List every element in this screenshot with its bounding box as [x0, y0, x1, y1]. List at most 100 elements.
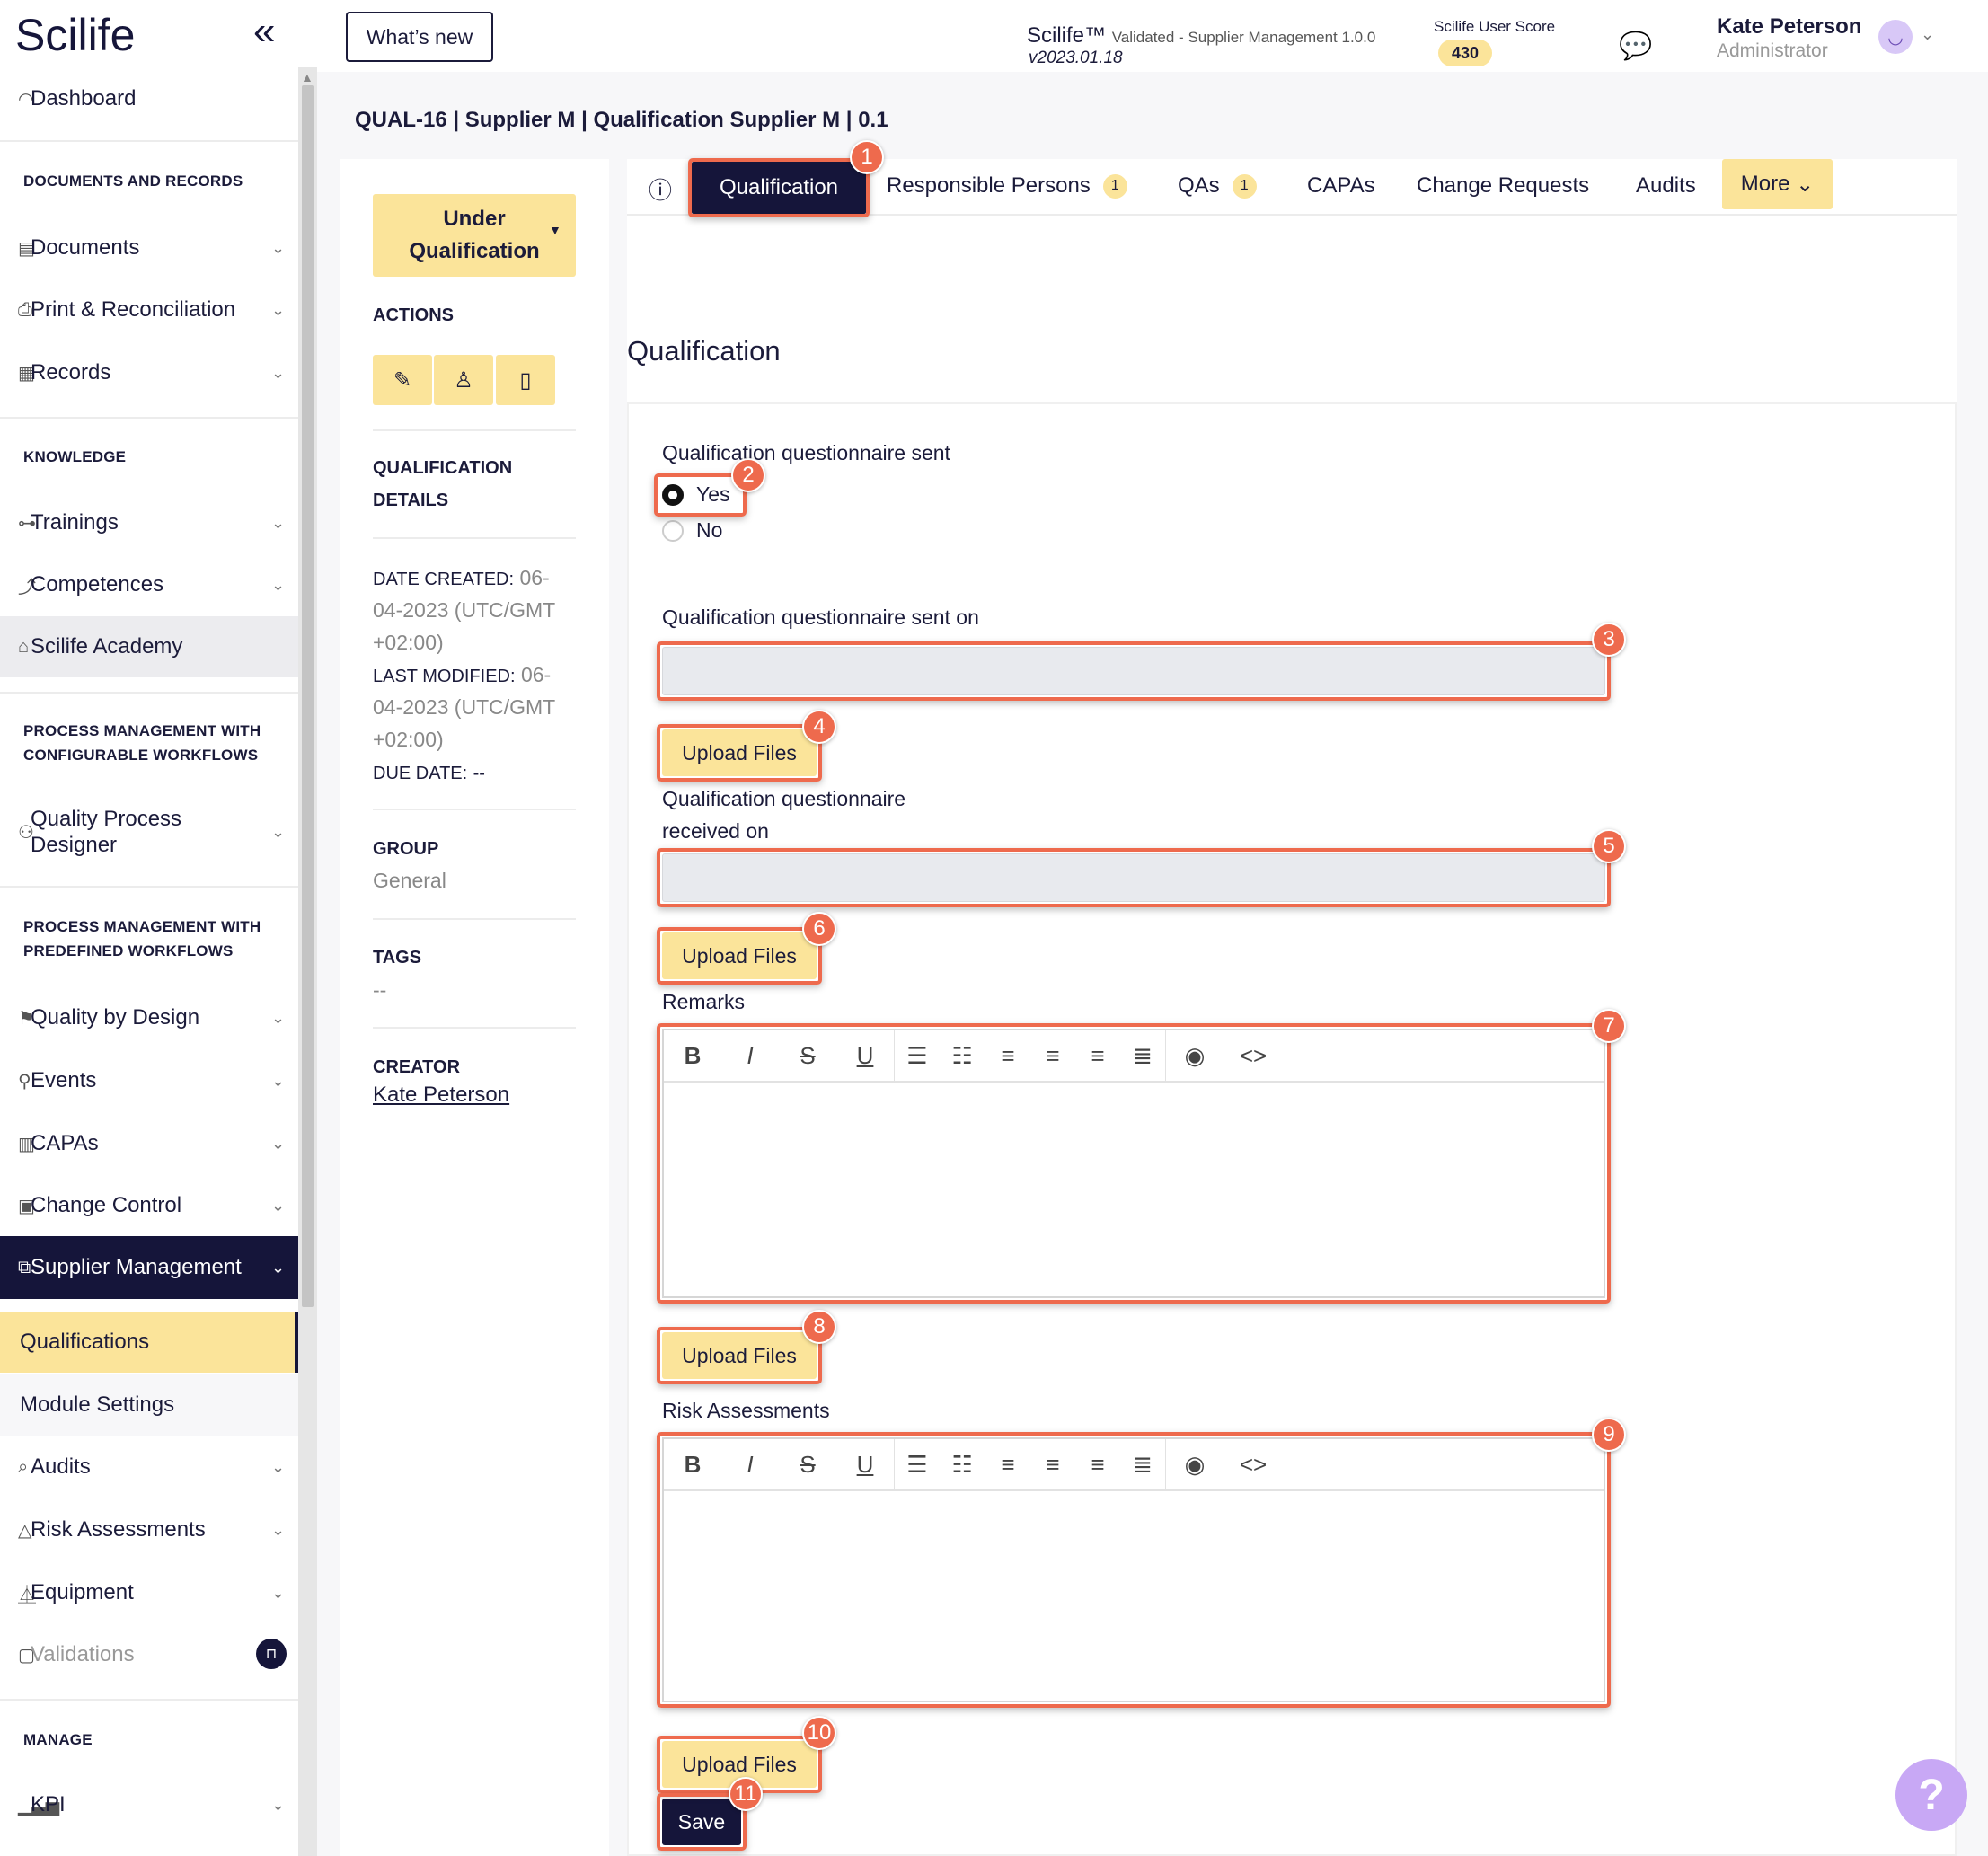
step-marker: 3 [1592, 623, 1626, 657]
app-version: v2023.01.18 [1029, 49, 1123, 67]
section-title: Qualification [627, 335, 781, 367]
competences-icon: ⤴ [18, 577, 36, 597]
dashboard-icon: ◠ [18, 89, 34, 110]
highlight-frame [657, 724, 822, 782]
sidebar-item-records[interactable]: ▦ Records ⌄ [0, 359, 298, 386]
user-name[interactable]: Kate Peterson [1717, 14, 1861, 40]
step-marker: 4 [802, 710, 836, 744]
sidebar-item-documents[interactable]: ▤ Documents ⌄ [0, 234, 298, 261]
caret-down-icon: ▼ [549, 223, 561, 237]
sidebar-item-risk-assessments[interactable]: △ Risk Assessments ⌄ [0, 1516, 298, 1543]
user-icon: ♙ [454, 367, 473, 393]
more-tabs-button[interactable]: More ⌄ [1722, 159, 1833, 209]
sidebar-item-change-control[interactable]: ▣ Change Control ⌄ [0, 1192, 298, 1219]
due-date: DUE DATE: -- [373, 764, 485, 783]
tab-capas[interactable]: CAPAs [1307, 173, 1375, 199]
sidebar-item-dashboard[interactable]: ◠ Dashboard [0, 84, 298, 113]
clipboard-check-icon: ▢ [18, 1645, 35, 1666]
assign-user-button[interactable]: ♙ [434, 355, 493, 405]
breadcrumb: QUAL-16 | Supplier M | Qualification Sup… [355, 108, 888, 132]
sidebar-item-quality-process-designer[interactable]: ⚇ Quality Process Designer ⌄ [0, 805, 298, 859]
sidebar-scroll-thumb[interactable] [302, 85, 314, 1307]
app-info: Scilife™ Validated - Supplier Management… [1027, 23, 1376, 48]
sidebar-item-audits[interactable]: ⌕ Audits ⌄ [0, 1454, 298, 1480]
chevron-down-icon: ⌄ [1796, 172, 1815, 197]
export-pdf-button[interactable]: ▯ [496, 355, 555, 405]
highlight-frame [657, 1023, 1611, 1304]
edit-button[interactable]: ✎ [373, 355, 432, 405]
divider [0, 1699, 298, 1701]
highlight-frame [688, 158, 870, 217]
user-score-label: Scilife User Score [1434, 18, 1556, 35]
sidebar-item-kpi[interactable]: ▁▃▅ KPI ⌄ [0, 1791, 298, 1818]
section-header-configurable: PROCESS MANAGEMENT WITH [23, 722, 261, 739]
sidebar-item-events[interactable]: ⚲ Events ⌄ [0, 1067, 298, 1094]
divider [0, 417, 298, 419]
pdf-file-icon: ▯ [519, 367, 532, 393]
chevron-down-icon[interactable]: ⌄ [1921, 25, 1934, 44]
whats-new-button[interactable]: What’s new [346, 12, 493, 62]
chevron-down-icon: ⌄ [271, 1583, 286, 1602]
help-button[interactable]: ? [1895, 1759, 1967, 1831]
received-on-label: Qualification questionnaire [662, 787, 906, 810]
sidebar-item-academy[interactable]: ⌂ Scilife Academy [0, 616, 298, 677]
count-badge: 1 [1232, 173, 1257, 199]
chevron-down-icon: ⌄ [271, 238, 286, 257]
step-marker: 7 [1592, 1009, 1626, 1043]
details-panel [340, 159, 609, 1856]
divider [0, 886, 298, 888]
step-marker: 8 [802, 1310, 836, 1344]
chevron-down-icon: ⌄ [271, 1258, 286, 1277]
status-dropdown-button[interactable]: Under Qualification [373, 194, 576, 277]
divider [0, 140, 298, 142]
tab-responsible-persons[interactable]: Responsible Persons 1 [887, 173, 1127, 199]
date-created-2: 04-2023 (UTC/GMT [373, 598, 556, 622]
sidebar-item-qualifications[interactable]: Qualifications [0, 1312, 298, 1373]
warning-triangle-icon: △ [18, 1520, 32, 1541]
info-icon[interactable]: ⓘ [649, 172, 672, 206]
app-logo: Scilife [15, 10, 136, 60]
actions-label: ACTIONS [373, 305, 454, 325]
step-marker: 2 [731, 458, 765, 492]
count-badge: 1 [1102, 173, 1127, 199]
tab-qas[interactable]: QAs 1 [1178, 173, 1257, 199]
document-icon: ▤ [18, 238, 35, 259]
chat-icon[interactable]: 💬 [1619, 31, 1652, 62]
sidebar-item-competences[interactable]: ⤴ Competences ⌄ [0, 571, 298, 598]
section-header-configurable-2: CONFIGURABLE WORKFLOWS [23, 747, 259, 764]
scroll-up-arrow-icon[interactable]: ▲ [301, 70, 314, 84]
sidebar-item-capas[interactable]: ▥ CAPAs ⌄ [0, 1130, 298, 1157]
tags-value: -- [373, 978, 387, 1002]
section-header-manage: MANAGE [23, 1731, 93, 1748]
group-label: GROUP [373, 839, 439, 859]
section-header-documents: DOCUMENTS AND RECORDS [23, 172, 243, 190]
sidebar-item-supplier-management[interactable]: ⧉ Supplier Management ⌄ [0, 1236, 298, 1299]
last-modified-2: 04-2023 (UTC/GMT [373, 695, 556, 719]
radio-no[interactable]: No [662, 518, 722, 543]
qualification-details-label-2: DETAILS [373, 491, 449, 510]
sidebar-item-trainings[interactable]: ⊶ Trainings ⌄ [0, 509, 298, 536]
divider [373, 537, 576, 539]
radio-button[interactable] [662, 519, 684, 542]
sidebar-item-equipment[interactable]: ⏅ Equipment ⌄ [0, 1579, 298, 1606]
sidebar: Scilife « ◠ Dashboard DOCUMENTS AND RECO… [0, 0, 298, 1856]
user-role: Administrator [1717, 40, 1828, 61]
box-icon: ⧉ [18, 1257, 31, 1277]
creator-link[interactable]: Kate Peterson [373, 1083, 509, 1108]
step-marker: 10 [802, 1716, 836, 1750]
chevron-down-icon: ⌄ [271, 300, 286, 319]
section-header-predefined: PROCESS MANAGEMENT WITH [23, 918, 261, 935]
sidebar-item-module-settings[interactable]: Module Settings [0, 1374, 298, 1436]
sidebar-item-validations[interactable]: ▢ Validations [0, 1641, 298, 1668]
step-marker: 11 [729, 1777, 763, 1811]
sidebar-item-print[interactable]: ⎙ Print & Reconciliation ⌄ [0, 296, 298, 323]
sidebar-item-quality-by-design[interactable]: ⚑ Quality by Design ⌄ [0, 1004, 298, 1031]
avatar[interactable]: ◡ [1878, 20, 1913, 54]
tab-change-requests[interactable]: Change Requests [1417, 173, 1589, 199]
tab-audits[interactable]: Audits [1636, 173, 1696, 199]
highlight-frame [657, 1432, 1611, 1708]
user-score-badge: 430 [1438, 40, 1492, 66]
divider [373, 429, 576, 431]
highlight-frame [657, 848, 1611, 907]
double-chevron-left-icon[interactable]: « [253, 9, 275, 54]
